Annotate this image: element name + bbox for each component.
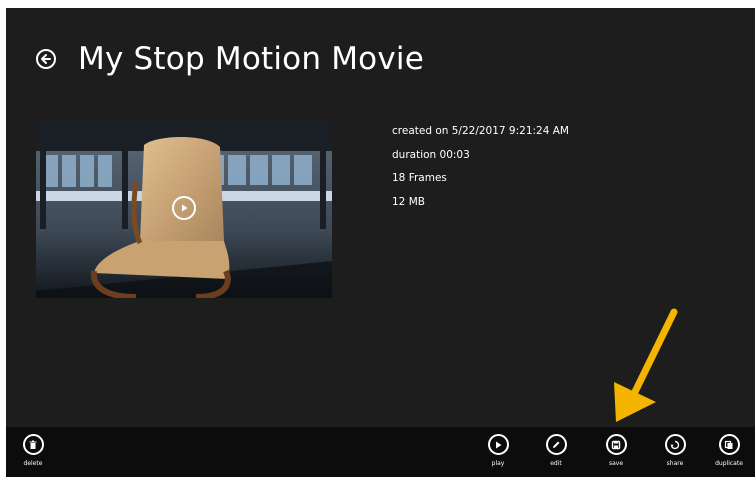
save-button[interactable]: save <box>594 434 638 474</box>
annotation-arrow <box>614 308 678 422</box>
delete-ring <box>22 434 44 455</box>
share-label: share <box>666 460 684 467</box>
duplicate-ring <box>718 434 740 455</box>
created-date: created on 5/22/2017 9:21:24 AM <box>392 125 569 137</box>
app-bar: delete play edit save share duplicate <box>6 427 755 477</box>
play-icon <box>182 204 188 212</box>
edit-label: edit <box>550 460 562 467</box>
movie-thumbnail[interactable] <box>36 121 332 298</box>
share-ring <box>664 434 686 455</box>
duration: duration 00:03 <box>392 148 470 161</box>
trash-icon <box>29 440 37 449</box>
back-button[interactable] <box>36 49 56 69</box>
edit-button[interactable]: edit <box>534 434 578 474</box>
delete-label: delete <box>23 460 43 467</box>
duplicate-button[interactable]: duplicate <box>707 434 751 474</box>
back-arrow-icon <box>41 54 51 64</box>
play-ring <box>487 434 509 455</box>
frame-count: 18 Frames <box>392 172 447 184</box>
movie-details: created on 5/22/2017 9:21:24 AM duration… <box>392 120 569 214</box>
save-label: save <box>608 460 624 467</box>
thumbnail-play-button[interactable] <box>172 196 196 220</box>
pencil-icon <box>553 441 560 448</box>
play-icon <box>496 441 502 448</box>
edit-ring <box>545 434 567 455</box>
share-button[interactable]: share <box>653 434 697 474</box>
floppy-disk-icon <box>611 440 621 449</box>
play-button[interactable]: play <box>476 434 520 474</box>
delete-button[interactable]: delete <box>11 434 55 474</box>
page-title: My Stop Motion Movie <box>78 41 424 77</box>
app-window: My Stop Motion Movie created on 5/22/201… <box>6 8 755 477</box>
file-size: 12 MB <box>392 195 425 208</box>
save-ring <box>605 434 627 455</box>
duplicate-label: duplicate <box>715 460 743 467</box>
copy-icon <box>724 440 733 449</box>
play-label: play <box>491 460 505 467</box>
share-cycle-icon <box>670 440 680 449</box>
